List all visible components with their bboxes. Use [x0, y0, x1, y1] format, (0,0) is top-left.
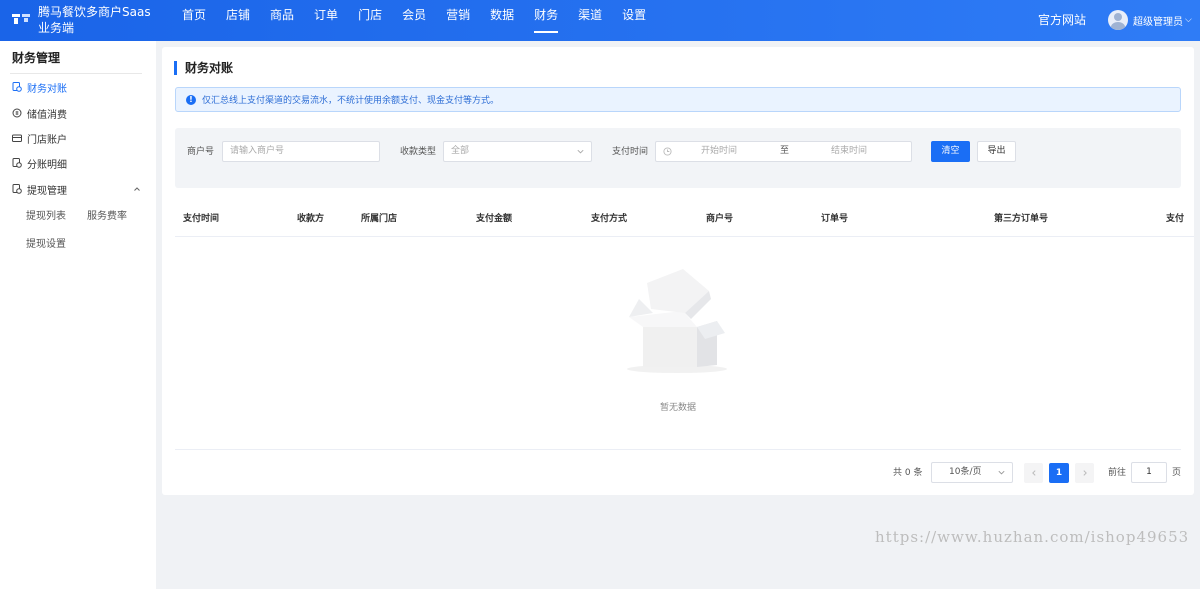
sidebar-item-withdraw-management[interactable]: 提现管理	[12, 180, 146, 198]
merchant-label: 商户号	[187, 147, 215, 157]
export-button[interactable]: 导出	[977, 141, 1016, 162]
chevron-left-icon	[1031, 470, 1036, 476]
nav-marketing[interactable]: 营销	[436, 0, 480, 41]
nav-members[interactable]: 会员	[392, 0, 436, 41]
page-size-select[interactable]: 10条/页	[931, 462, 1013, 483]
chevron-up-icon	[134, 187, 140, 191]
end-time-input[interactable]: 结束时间	[831, 142, 867, 161]
start-time-input[interactable]: 开始时间	[701, 142, 737, 161]
chevron-right-icon	[1082, 470, 1087, 476]
merchant-input[interactable]: 请输入商户号	[222, 141, 380, 162]
page-unit-label: 页	[1172, 468, 1182, 478]
nav-settings[interactable]: 设置	[612, 0, 656, 41]
watermark-text: https://www.huzhan.com/ishop49653	[875, 528, 1190, 546]
time-label: 支付时间	[612, 147, 649, 157]
avatar	[1108, 10, 1128, 30]
sidebar-item-stored-value[interactable]: 储值消费	[12, 104, 146, 122]
chevron-down-icon	[998, 470, 1005, 475]
column-header: 支付金额	[476, 214, 513, 224]
range-separator: 至	[780, 146, 790, 156]
sidebar-item-label: 提现管理	[27, 185, 67, 197]
sidebar-item-reconciliation[interactable]: 财务对账	[12, 78, 146, 96]
sidebar-title: 财务管理	[12, 51, 61, 65]
empty-box-icon	[627, 269, 727, 373]
sidebar-subitem-withdraw-settings[interactable]: 提现设置	[26, 235, 66, 250]
nav-data[interactable]: 数据	[480, 0, 524, 41]
card-icon	[12, 134, 22, 142]
type-select[interactable]: 全部	[443, 141, 592, 162]
filter-panel: 商户号 请输入商户号 收款类型 全部 支付时间 开始时间 至 结束时间 清空 导…	[175, 128, 1181, 188]
nav-shops[interactable]: 门店	[348, 0, 392, 41]
column-header: 订单号	[821, 214, 849, 224]
column-header: 收款方	[297, 214, 325, 224]
column-header: 支付方式	[591, 214, 628, 224]
withdraw-icon	[12, 184, 22, 194]
main-nav: 首页 店铺 商品 订单 门店 会员 营销 数据 财务 渠道 设置	[172, 0, 656, 41]
goto-label: 前往	[1108, 468, 1127, 478]
empty-state-text: 暂无数据	[659, 403, 696, 413]
reconcile-icon	[12, 82, 22, 92]
notice-text: 仅汇总线上支付渠道的交易流水，不统计使用余额支付、现金支付等方式。	[202, 96, 500, 106]
page-size-value: 10条/页	[949, 467, 982, 477]
table-header: 支付时间 收款方 所属门店 支付金额 支付方式 商户号 订单号 第三方订单号 支…	[175, 202, 1194, 237]
nav-home[interactable]: 首页	[172, 0, 216, 41]
clear-button[interactable]: 清空	[931, 141, 970, 162]
user-menu[interactable]: 超级管理员 ⌵	[1108, 10, 1192, 30]
nav-store[interactable]: 店铺	[216, 0, 260, 41]
column-header: 商户号	[706, 214, 734, 224]
sidebar-subitem-service-rate[interactable]: 服务费率	[87, 207, 127, 222]
sidebar-item-label: 财务对账	[27, 83, 67, 95]
nav-orders[interactable]: 订单	[304, 0, 348, 41]
brand-name: 腾马餐饮多商户Saas业务端	[38, 5, 151, 35]
sidebar-item-label: 分账明细	[27, 159, 67, 171]
nav-channels[interactable]: 渠道	[568, 0, 612, 41]
sidebar-item-split-detail[interactable]: 分账明细	[12, 154, 146, 172]
top-navigation-bar: 腾马餐饮多商户Saas业务端 首页 店铺 商品 订单 门店 会员 营销 数据 财…	[0, 0, 1200, 41]
column-header: 支付	[1166, 214, 1185, 224]
date-range-picker[interactable]: 开始时间 至 结束时间	[655, 141, 912, 162]
notice-banner: ! 仅汇总线上支付渠道的交易流水，不统计使用余额支付、现金支付等方式。	[175, 87, 1181, 112]
official-site-link[interactable]: 官方网站	[1038, 0, 1086, 40]
sidebar-subitem-withdraw-list[interactable]: 提现列表	[26, 207, 66, 222]
nav-finance[interactable]: 财务	[524, 0, 568, 41]
page-title: 财务对账	[174, 61, 233, 75]
main-card: 财务对账 ! 仅汇总线上支付渠道的交易流水，不统计使用余额支付、现金支付等方式。…	[162, 47, 1194, 495]
brand[interactable]: 腾马餐饮多商户Saas业务端	[0, 0, 160, 41]
sidebar-item-store-account[interactable]: 门店账户	[12, 129, 146, 147]
sidebar-item-label: 门店账户	[27, 134, 67, 146]
type-select-value: 全部	[451, 146, 470, 156]
column-header: 第三方订单号	[994, 214, 1049, 224]
logo-icon	[12, 14, 30, 24]
column-header: 支付时间	[183, 214, 220, 224]
sidebar-divider	[10, 73, 142, 74]
page-number-current[interactable]: 1	[1049, 463, 1069, 483]
sidebar: 财务管理 财务对账 储值消费 门店账户 分账明细 提现管理 提现列表 服务费率 …	[0, 41, 156, 589]
clock-icon	[663, 147, 672, 156]
chevron-down-icon: ⌵	[1185, 15, 1192, 25]
sidebar-item-label: 储值消费	[27, 109, 67, 121]
type-label: 收款类型	[400, 147, 437, 157]
user-name: 超级管理员	[1133, 16, 1183, 28]
nav-goods[interactable]: 商品	[260, 0, 304, 41]
divider	[175, 449, 1181, 450]
column-header: 所属门店	[361, 214, 398, 224]
next-page-button[interactable]	[1075, 463, 1094, 483]
chevron-down-icon	[577, 149, 584, 154]
coin-icon	[12, 108, 22, 118]
prev-page-button[interactable]	[1024, 463, 1043, 483]
split-icon	[12, 158, 22, 168]
goto-page-input[interactable]: 1	[1131, 462, 1167, 483]
pagination-total: 共 0 条	[893, 468, 923, 478]
info-icon: !	[186, 94, 196, 105]
